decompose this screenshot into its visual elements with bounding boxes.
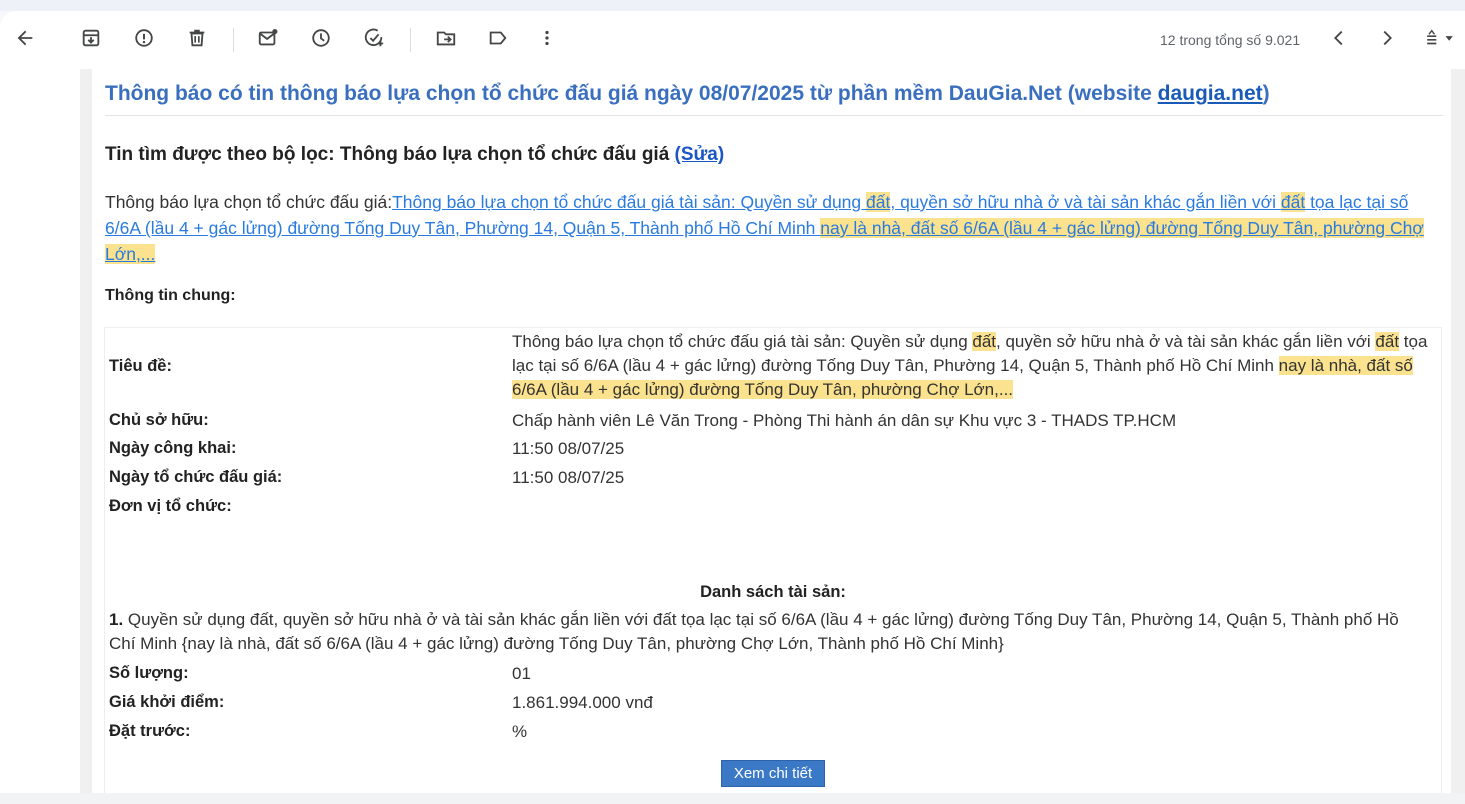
browser-top-strip xyxy=(0,0,1465,11)
notice-label: Thông báo lựa chọn tổ chức đấu giá: xyxy=(105,192,393,212)
organizer-label: Đơn vị tổ chức: xyxy=(109,497,232,515)
delete-icon[interactable] xyxy=(185,26,209,50)
chevron-left-icon[interactable] xyxy=(1327,26,1351,50)
title-label: Tiêu đề: xyxy=(109,357,172,375)
email-body: Thông báo có tin thông báo lựa chọn tổ c… xyxy=(92,69,1451,793)
message-toolbar: 12 trong tổng số 9.021 xyxy=(0,11,1465,69)
move-to-icon[interactable] xyxy=(434,26,458,50)
notice-paragraph: Thông báo lựa chọn tổ chức đấu giá:Thông… xyxy=(105,189,1443,267)
filter-text: Tin tìm được theo bộ lọc: Thông báo lựa … xyxy=(105,144,675,165)
title-highlight: đất xyxy=(1375,332,1400,351)
back-arrow-icon[interactable] xyxy=(13,26,37,50)
report-spam-icon[interactable] xyxy=(132,26,156,50)
assets-heading: Danh sách tài sản: xyxy=(700,583,846,601)
more-vert-icon[interactable] xyxy=(535,26,559,50)
title-text: , quyền sở hữu nhà ở và tài sản khác gắn… xyxy=(996,332,1376,351)
asset-item: 1. Quyền sử dụng đất, quyền sở hữu nhà ở… xyxy=(109,608,1419,656)
notice-highlight: đất xyxy=(866,192,891,212)
email-heading: Thông báo có tin thông báo lựa chọn tổ c… xyxy=(105,82,1445,106)
input-tools-icon[interactable] xyxy=(1420,26,1460,50)
asset-number: 1. xyxy=(109,610,124,629)
heading-divider xyxy=(105,115,1443,116)
start-price-label: Giá khởi điểm: xyxy=(109,693,225,711)
notice-link-text: , quyền sở hữu nhà ở và tài sản khác gắn… xyxy=(890,192,1281,212)
deposit-label: Đặt trước: xyxy=(109,722,191,740)
quantity-label: Số lượng: xyxy=(109,664,189,682)
title-text: Thông báo lựa chọn tổ chức đấu giá tài s… xyxy=(512,332,973,351)
toolbar-divider xyxy=(233,28,234,52)
add-task-icon[interactable] xyxy=(362,26,386,50)
email-left-border xyxy=(80,69,92,793)
start-price-value: 1.861.994.000 vnđ xyxy=(512,693,653,712)
email-right-border xyxy=(1451,69,1465,793)
filter-line: Tin tìm được theo bộ lọc: Thông báo lựa … xyxy=(105,144,724,166)
public-date-value: 11:50 08/07/25 xyxy=(512,439,625,458)
owner-value: Chấp hành viên Lê Văn Trong - Phòng Thi … xyxy=(512,411,1177,430)
label-icon[interactable] xyxy=(486,26,510,50)
auction-date-value: 11:50 08/07/25 xyxy=(512,468,625,487)
title-highlight: đất xyxy=(972,332,997,351)
snooze-icon[interactable] xyxy=(309,26,333,50)
notice-highlight: đất xyxy=(1280,192,1306,212)
owner-label: Chủ sở hữu: xyxy=(109,411,209,429)
archive-icon[interactable] xyxy=(79,26,103,50)
website-link[interactable]: daugia.net xyxy=(1158,82,1263,105)
deposit-value: % xyxy=(512,722,528,741)
notice-link-text: Thông báo lựa chọn tổ chức đấu giá tài s… xyxy=(392,192,867,212)
left-gutter xyxy=(0,69,80,804)
view-detail-button[interactable]: Xem chi tiết xyxy=(721,760,825,787)
heading-suffix: ) xyxy=(1262,82,1270,105)
edit-filter-link[interactable]: (Sửa) xyxy=(675,144,725,165)
message-counter: 12 trong tổng số 9.021 xyxy=(1160,32,1301,48)
quantity-value: 01 xyxy=(512,664,531,683)
heading-text: Thông báo có tin thông báo lựa chọn tổ c… xyxy=(105,82,1158,105)
public-date-label: Ngày công khai: xyxy=(109,439,237,457)
bottom-bar xyxy=(0,793,1465,804)
mark-unread-icon[interactable] xyxy=(256,26,280,50)
title-value: Thông báo lựa chọn tổ chức đấu giá tài s… xyxy=(512,330,1437,402)
general-info-label: Thông tin chung: xyxy=(105,287,236,304)
chevron-right-icon[interactable] xyxy=(1375,26,1399,50)
asset-description: Quyền sử dụng đất, quyền sở hữu nhà ở và… xyxy=(109,610,1399,653)
auction-date-label: Ngày tổ chức đấu giá: xyxy=(109,468,283,486)
toolbar-divider xyxy=(410,28,411,52)
